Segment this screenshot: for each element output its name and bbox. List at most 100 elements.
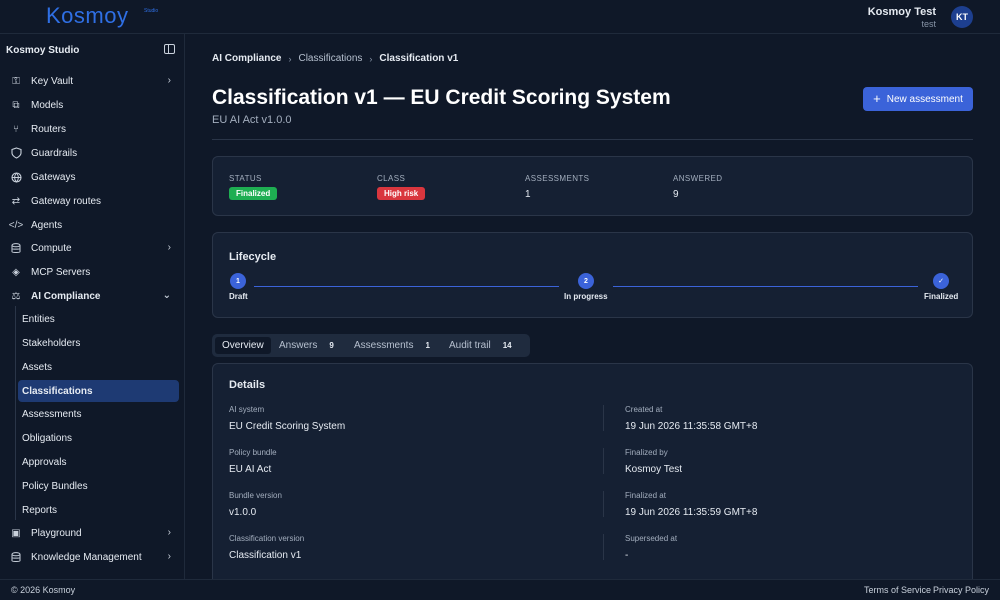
chevron-right-icon: ›	[167, 551, 171, 562]
detail-finalized-by: Finalized by Kosmoy Test	[625, 448, 682, 475]
detail-value: -	[625, 550, 629, 561]
status-stat: STATUS Finalized	[229, 174, 278, 200]
lifecycle-step-in-progress: 2	[578, 273, 594, 289]
sidebar-subitem-assets[interactable]: Assets	[18, 356, 179, 378]
mcp-icon: ◈	[12, 266, 20, 278]
status-label: STATUS	[229, 174, 262, 183]
column-divider	[603, 405, 604, 431]
detail-ai-system: AI system EU Credit Scoring System	[229, 405, 345, 432]
column-divider	[603, 491, 604, 517]
top-bar: Kosmoy Studio Kosmoy Test test KT	[0, 0, 1000, 34]
page-subtitle: EU AI Act v1.0.0	[212, 114, 292, 126]
models-icon: ⧉	[12, 99, 20, 111]
lifecycle-connector	[254, 286, 559, 287]
sidebar-subitem-approvals[interactable]: Approvals	[18, 451, 179, 473]
sidebar-subitem-stakeholders[interactable]: Stakeholders	[18, 332, 179, 354]
status-badge: Finalized	[229, 187, 278, 200]
tab-answers[interactable]: Answers 9	[272, 337, 341, 354]
chevron-right-icon: ›	[167, 242, 171, 253]
privacy-link[interactable]: Privacy Policy	[933, 585, 989, 595]
detail-value: 19 Jun 2026 11:35:58 GMT+8	[625, 421, 758, 432]
sidebar-item-mcp-servers[interactable]: ◈ MCP Servers	[6, 261, 179, 283]
chevron-down-icon: ⌄	[162, 290, 171, 301]
page-title: Classification v1 — EU Credit Scoring Sy…	[212, 86, 671, 109]
sidebar-item-ai-compliance[interactable]: ⚖ AI Compliance ⌄	[6, 285, 179, 307]
tab-overview[interactable]: Overview	[215, 337, 271, 354]
detail-value: Kosmoy Test	[625, 464, 683, 475]
detail-label: Bundle version	[229, 491, 282, 500]
detail-label: AI system	[229, 405, 265, 414]
detail-value: v1.0.0	[229, 507, 257, 518]
lifecycle-card: Lifecycle 1 2 ✓ Draft In progress Finali…	[212, 232, 973, 318]
status-summary-card: STATUS Finalized CLASS High risk ASSESSM…	[212, 156, 973, 216]
sidebar-item-label: Models	[31, 99, 64, 111]
sidebar-item-gateway-routes[interactable]: ⇄ Gateway routes	[6, 190, 179, 212]
shield-icon	[10, 147, 22, 159]
sidebar-item-compute[interactable]: Compute ›	[6, 237, 179, 259]
tab-assessments[interactable]: Assessments 1	[347, 337, 437, 354]
sidebar-subitem-assessments[interactable]: Assessments	[18, 403, 179, 425]
sidebar-subitem-policy-bundles[interactable]: Policy Bundles	[18, 475, 179, 497]
detail-value: EU Credit Scoring System	[229, 421, 346, 432]
detail-bundle-version: Bundle version v1.0.0	[229, 491, 282, 518]
terms-link[interactable]: Terms of Service	[864, 585, 931, 595]
sidebar-item-label: Guardrails	[31, 147, 78, 159]
tab-count: 14	[502, 341, 512, 350]
user-name: Kosmoy Test	[867, 6, 936, 18]
breadcrumb: AI Compliance › Classifications › Classi…	[212, 53, 458, 64]
breadcrumb-ai-compliance[interactable]: AI Compliance	[212, 53, 281, 64]
code-icon: </>	[8, 219, 24, 231]
detail-label: Policy bundle	[229, 448, 277, 457]
tab-count: 1	[425, 341, 430, 350]
database-icon	[10, 551, 22, 563]
detail-label: Created at	[625, 405, 663, 414]
sidebar-item-label: AI Compliance	[31, 290, 101, 302]
chevron-right-icon: ›	[167, 75, 171, 86]
tab-audit-trail[interactable]: Audit trail 14	[442, 337, 519, 354]
logo-studio-tag: Studio	[144, 8, 159, 14]
detail-label: Superseded at	[625, 534, 678, 543]
lifecycle-connector	[613, 286, 918, 287]
breadcrumb-classifications[interactable]: Classifications	[298, 53, 362, 64]
sidebar-item-key-vault[interactable]: ⚿ Key Vault ›	[6, 70, 179, 92]
playground-icon: ▣	[11, 527, 21, 539]
new-assessment-label: New assessment	[886, 93, 963, 105]
sidebar-subitem-reports[interactable]: Reports	[18, 499, 179, 521]
sidebar-item-gateways[interactable]: Gateways	[6, 166, 179, 188]
assessments-label: ASSESSMENTS	[525, 174, 590, 183]
sidebar-item-guardrails[interactable]: Guardrails	[6, 142, 179, 164]
sidebar-subitem-obligations[interactable]: Obligations	[18, 427, 179, 449]
user-info[interactable]: Kosmoy Test test	[868, 6, 936, 29]
lifecycle-label-draft: Draft	[229, 292, 248, 301]
tab-label: Audit trail	[449, 340, 491, 351]
lifecycle-step-draft: 1	[230, 273, 246, 289]
sidebar-item-routers[interactable]: ⑂ Routers	[6, 118, 179, 140]
sidebar-item-agents[interactable]: </> Agents	[6, 214, 179, 236]
new-assessment-button[interactable]: + New assessment	[863, 87, 973, 111]
sidebar-item-knowledge-management[interactable]: Knowledge Management ›	[6, 546, 179, 568]
key-icon: ⚿	[12, 75, 20, 87]
footer: © 2026 Kosmoy Terms of Service Privacy P…	[0, 579, 1000, 600]
sidebar-subitem-classifications[interactable]: Classifications	[18, 380, 179, 402]
avatar[interactable]: KT	[951, 6, 973, 28]
detail-value: 19 Jun 2026 11:35:59 GMT+8	[625, 507, 758, 518]
sidebar-item-label: Gateway routes	[31, 195, 102, 207]
user-tenant: test	[921, 19, 936, 29]
sidebar-item-playground[interactable]: ▣ Playground ›	[6, 522, 179, 544]
sidebar-item-label: MCP Servers	[31, 266, 91, 278]
sidebar-header: Kosmoy Studio	[6, 45, 80, 56]
detail-label: Finalized by	[625, 448, 668, 457]
detail-value: Classification v1	[229, 550, 302, 561]
class-stat: CLASS High risk	[377, 174, 426, 200]
tab-count: 9	[329, 341, 334, 350]
details-card: Details AI system EU Credit Scoring Syst…	[212, 363, 973, 579]
column-divider	[603, 534, 604, 560]
header-divider	[212, 139, 973, 140]
sidebar-collapse-icon[interactable]	[164, 44, 175, 54]
kosmoy-logo[interactable]: Kosmoy	[46, 3, 128, 29]
tab-label: Answers	[279, 340, 318, 351]
sidebar-subitem-entities[interactable]: Entities	[18, 308, 179, 330]
detail-label: Classification version	[229, 534, 305, 543]
answered-label: ANSWERED	[673, 174, 723, 183]
sidebar-item-models[interactable]: ⧉ Models	[6, 94, 179, 116]
